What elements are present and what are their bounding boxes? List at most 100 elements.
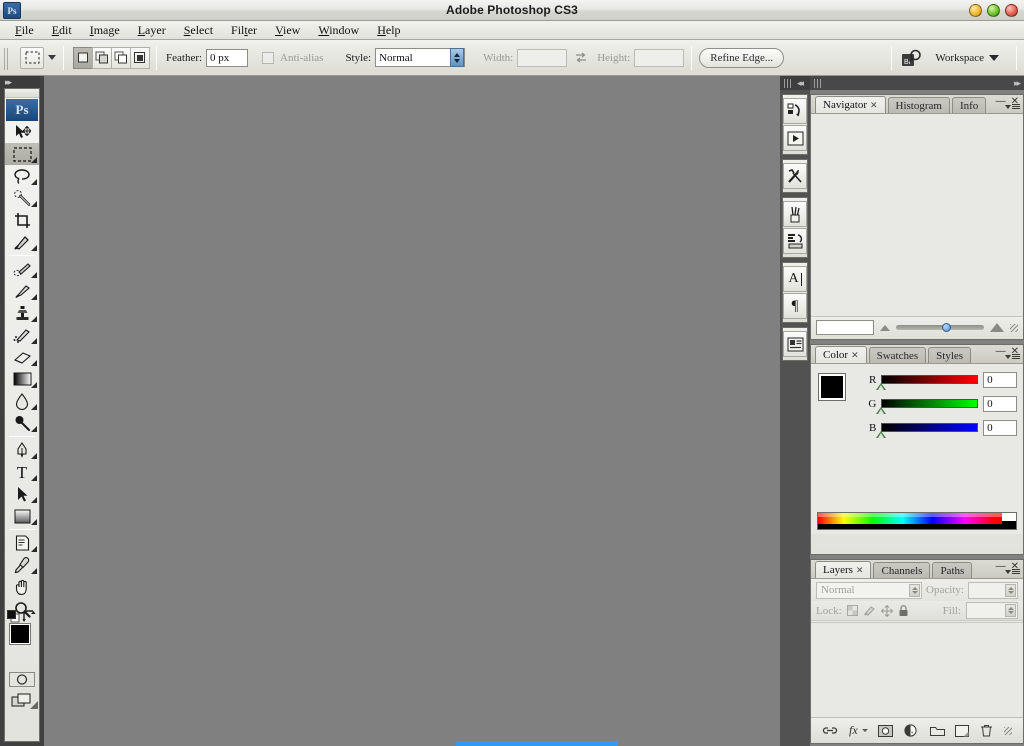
menu-view[interactable]: View xyxy=(266,22,309,39)
tool-flyout-icon[interactable] xyxy=(31,453,37,459)
channel-slider-b[interactable] xyxy=(876,423,979,438)
antialias-checkbox[interactable] xyxy=(262,51,275,64)
menu-select[interactable]: Select xyxy=(175,22,222,39)
dock-grip[interactable] xyxy=(784,78,793,88)
close-icon[interactable]: ✕ xyxy=(870,100,878,111)
toolbox-grip[interactable] xyxy=(5,89,39,98)
opacity-spinner-icon[interactable] xyxy=(1005,583,1016,597)
notes-tool[interactable] xyxy=(5,532,39,554)
channel-input-r[interactable]: 0 xyxy=(983,372,1017,388)
color-spectrum-ramp[interactable] xyxy=(817,512,1017,530)
blur-tool[interactable] xyxy=(5,390,39,412)
dock-header-right[interactable]: ▸▸ xyxy=(810,76,1024,90)
maximize-button[interactable] xyxy=(987,4,1000,17)
width-input[interactable] xyxy=(517,48,568,67)
layer-style-button[interactable]: fx xyxy=(849,723,868,738)
channel-slider-g[interactable] xyxy=(876,399,979,414)
screen-mode-button[interactable] xyxy=(5,693,39,709)
history-brush-tool[interactable] xyxy=(5,324,39,346)
channel-input-b[interactable]: 0 xyxy=(983,420,1017,436)
double-chevron-right-icon[interactable]: ▸▸ xyxy=(1014,78,1021,89)
close-button[interactable] xyxy=(1005,4,1018,17)
tool-flyout-icon[interactable] xyxy=(31,272,37,278)
ramp-endpoints[interactable] xyxy=(1002,513,1016,529)
style-select[interactable]: Normal xyxy=(375,48,466,67)
tool-flyout-icon[interactable] xyxy=(31,382,37,388)
tab-histogram[interactable]: Histogram xyxy=(887,97,950,113)
tool-flyout-icon[interactable] xyxy=(31,294,37,300)
magic-wand-tool[interactable] xyxy=(5,187,39,209)
tool-flyout-icon[interactable] xyxy=(31,426,37,432)
menu-layer[interactable]: Layer xyxy=(129,22,175,39)
tab-channels[interactable]: Channels xyxy=(873,562,931,578)
tool-flyout-icon[interactable] xyxy=(31,338,37,344)
channel-slider-r[interactable] xyxy=(876,375,979,390)
tool-flyout-icon[interactable] xyxy=(31,245,37,251)
fill-input[interactable] xyxy=(966,602,1018,619)
toolbox-collapse-bar[interactable]: ▸▸ xyxy=(0,76,40,88)
healing-brush-tool[interactable] xyxy=(5,258,39,280)
rectangle-shape-tool[interactable] xyxy=(5,505,39,527)
tool-flyout-icon[interactable] xyxy=(31,157,37,163)
new-layer-button[interactable] xyxy=(955,724,970,737)
menu-edit[interactable]: Edit xyxy=(43,22,81,39)
swap-dimensions-icon[interactable] xyxy=(575,52,587,63)
resize-grip-icon[interactable] xyxy=(1003,726,1012,735)
chevron-down-icon[interactable] xyxy=(48,55,56,60)
subtract-from-selection-button[interactable] xyxy=(111,46,131,69)
character-panel-icon[interactable]: A xyxy=(783,266,807,292)
options-bar-grip[interactable] xyxy=(2,42,12,73)
tab-info[interactable]: Info xyxy=(951,97,987,113)
menu-file[interactable]: File xyxy=(6,22,43,39)
blend-mode-select[interactable]: Normal xyxy=(816,581,923,599)
tab-paths[interactable]: Paths xyxy=(932,562,973,578)
default-colors-icon[interactable] xyxy=(7,610,20,623)
menu-window[interactable]: Window xyxy=(309,22,368,39)
tool-flyout-icon[interactable] xyxy=(31,519,37,525)
navigator-panel-menu-icon[interactable] xyxy=(1005,104,1020,109)
clone-source-panel-icon[interactable] xyxy=(783,228,807,254)
go-to-bridge-icon[interactable]: Br xyxy=(899,47,925,69)
tool-flyout-icon[interactable] xyxy=(31,497,37,503)
double-chevron-right-icon[interactable]: ▸▸ xyxy=(5,77,12,88)
tool-flyout-icon[interactable] xyxy=(31,201,37,207)
layers-panel-menu-icon[interactable] xyxy=(1005,569,1020,574)
brushes-panel-icon[interactable] xyxy=(783,201,807,227)
paragraph-panel-icon[interactable]: ¶ xyxy=(783,293,807,319)
new-adjustment-layer-button[interactable] xyxy=(904,724,919,737)
fill-spinner-icon[interactable] xyxy=(1005,604,1016,617)
tab-navigator[interactable]: Navigator ✕ xyxy=(815,96,886,113)
slider-thumb[interactable] xyxy=(876,383,887,390)
height-input[interactable] xyxy=(634,48,685,67)
actions-panel-icon[interactable] xyxy=(783,125,807,151)
lock-image-pixels-button[interactable] xyxy=(863,605,876,616)
rectangular-marquee-tool[interactable] xyxy=(5,143,39,165)
delete-layer-button[interactable] xyxy=(980,724,993,737)
resize-grip-icon[interactable] xyxy=(1010,323,1018,332)
new-group-button[interactable] xyxy=(929,725,945,737)
menu-filter[interactable]: Filter xyxy=(222,22,266,39)
eyedropper-tool[interactable] xyxy=(5,554,39,576)
add-to-selection-button[interactable] xyxy=(92,46,112,69)
style-spinner-icon[interactable] xyxy=(450,48,465,67)
canvas-workspace[interactable] xyxy=(44,76,780,746)
dock-grip[interactable] xyxy=(814,78,823,88)
path-selection-tool[interactable] xyxy=(5,483,39,505)
tab-layers[interactable]: Layers ✕ xyxy=(815,561,872,578)
navigator-preview[interactable] xyxy=(811,114,1023,316)
pen-tool[interactable] xyxy=(5,439,39,461)
tool-flyout-icon[interactable] xyxy=(31,179,37,185)
tab-styles[interactable]: Styles xyxy=(928,347,972,363)
clone-stamp-tool[interactable] xyxy=(5,302,39,324)
tool-flyout-icon[interactable] xyxy=(31,568,37,574)
crop-tool[interactable] xyxy=(5,209,39,231)
close-icon[interactable]: ✕ xyxy=(856,565,864,576)
intersect-selection-button[interactable] xyxy=(130,46,150,69)
refine-edge-button[interactable]: Refine Edge... xyxy=(699,47,785,68)
tool-flyout-icon[interactable] xyxy=(31,316,37,322)
opacity-input[interactable] xyxy=(967,581,1018,599)
eraser-tool[interactable] xyxy=(5,346,39,368)
navigator-zoom-input[interactable] xyxy=(816,320,874,335)
dodge-tool[interactable] xyxy=(5,412,39,434)
minimize-button[interactable] xyxy=(969,4,982,17)
